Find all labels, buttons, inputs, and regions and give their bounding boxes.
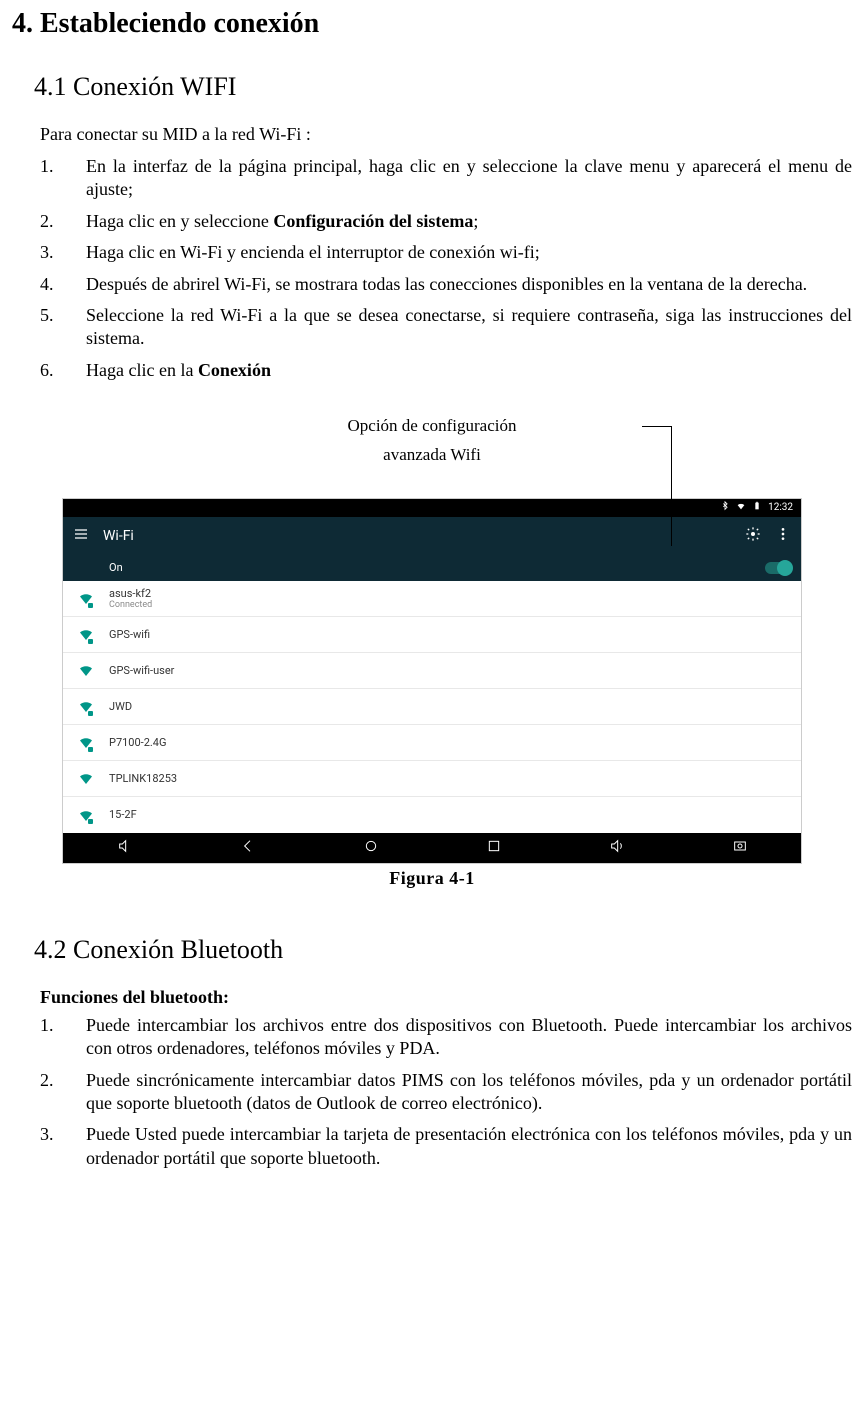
back-icon[interactable] [240, 838, 256, 857]
section-4-title: 4. Estableciendo conexión [12, 8, 852, 40]
network-name: GPS-wifi [109, 628, 150, 641]
callout-line2: avanzada Wifi [12, 441, 852, 470]
network-item[interactable]: GPS-wifi [63, 617, 801, 653]
network-item[interactable]: asus-kf2 Connected [63, 581, 801, 617]
list-number: 6. [40, 359, 86, 382]
network-name: P7100-2.4G [109, 736, 166, 749]
wifi-on-row: On [63, 555, 801, 581]
section-4-1-title: 4.1 Conexión WIFI [34, 72, 852, 102]
list-number: 3. [40, 1123, 86, 1170]
hamburger-icon[interactable] [73, 526, 89, 545]
network-item[interactable]: P7100-2.4G [63, 725, 801, 761]
network-name: JWD [109, 700, 132, 713]
appbar-title: Wi-Fi [103, 528, 134, 544]
wifi-status-icon [736, 501, 746, 514]
screenshot-icon[interactable] [732, 838, 748, 857]
callout-line1: Opción de configuración [12, 412, 852, 441]
home-icon[interactable] [363, 838, 379, 857]
wifi-icon [77, 625, 95, 643]
wifi-icon [77, 733, 95, 751]
wifi-icon [77, 769, 95, 787]
list-number: 5. [40, 304, 86, 351]
list-text: Puede sincrónicamente intercambiar datos… [86, 1069, 852, 1116]
list-item: 3. Puede Usted puede intercambiar la tar… [40, 1123, 852, 1170]
list-text: Seleccione la red Wi-Fi a la que se dese… [86, 304, 852, 351]
volume-up-icon[interactable] [609, 838, 625, 857]
bluetooth-icon [720, 501, 730, 514]
status-time: 12:32 [768, 502, 793, 513]
list-item: 2. Haga clic en y seleccione Configuraci… [40, 210, 852, 233]
wifi-icon [77, 589, 95, 607]
recent-icon[interactable] [486, 838, 502, 857]
network-status: Connected [109, 600, 152, 610]
wifi-intro: Para conectar su MID a la red Wi-Fi : [40, 124, 852, 145]
network-name: GPS-wifi-user [109, 664, 174, 677]
bluetooth-subheading: Funciones del bluetooth: [40, 987, 852, 1008]
figure-caption: Figura 4-1 [12, 868, 852, 889]
status-bar: 12:32 [63, 499, 801, 517]
list-number: 3. [40, 241, 86, 264]
list-text: Puede intercambiar los archivos entre do… [86, 1014, 852, 1061]
list-text: Después de abrirel Wi-Fi, se mostrara to… [86, 273, 852, 296]
wifi-icon [77, 697, 95, 715]
list-number: 1. [40, 155, 86, 202]
network-item[interactable]: JWD [63, 689, 801, 725]
network-list: asus-kf2 Connected GPS-wifi GPS-wifi-use… [63, 581, 801, 833]
network-name: asus-kf2 [109, 587, 151, 600]
on-label: On [109, 561, 123, 574]
bluetooth-functions-list: 1. Puede intercambiar los archivos entre… [40, 1014, 852, 1170]
callout-leader-line [642, 426, 672, 546]
list-item: 5. Seleccione la red Wi-Fi a la que se d… [40, 304, 852, 351]
list-number: 4. [40, 273, 86, 296]
network-item[interactable]: TPLINK18253 [63, 761, 801, 797]
nav-bar [63, 833, 801, 863]
wifi-toggle[interactable] [765, 562, 791, 574]
volume-down-icon[interactable] [117, 838, 133, 857]
network-item[interactable]: 15-2F [63, 797, 801, 833]
gear-icon[interactable] [745, 526, 761, 545]
list-item: 6. Haga clic en la Conexión [40, 359, 852, 382]
list-text: En la interfaz de la página principal, h… [86, 155, 852, 202]
wifi-icon [77, 806, 95, 824]
list-item: 2. Puede sincrónicamente intercambiar da… [40, 1069, 852, 1116]
list-number: 2. [40, 1069, 86, 1116]
list-item: 4. Después de abrirel Wi-Fi, se mostrara… [40, 273, 852, 296]
network-name: 15-2F [109, 808, 137, 821]
battery-icon [752, 501, 762, 514]
list-text: Puede Usted puede intercambiar la tarjet… [86, 1123, 852, 1170]
list-text: Haga clic en Wi-Fi y encienda el interru… [86, 241, 852, 264]
list-item: 1. En la interfaz de la página principal… [40, 155, 852, 202]
list-text: Haga clic en y seleccione Configuración … [86, 210, 852, 233]
wifi-icon [77, 661, 95, 679]
app-bar: Wi-Fi [63, 517, 801, 555]
list-item: 3. Haga clic en Wi-Fi y encienda el inte… [40, 241, 852, 264]
list-item: 1. Puede intercambiar los archivos entre… [40, 1014, 852, 1061]
section-4-2-title: 4.2 Conexión Bluetooth [34, 935, 852, 965]
list-number: 1. [40, 1014, 86, 1061]
overflow-icon[interactable] [775, 526, 791, 545]
list-text: Haga clic en la Conexión [86, 359, 852, 382]
network-name: TPLINK18253 [109, 772, 177, 785]
android-wifi-settings-screenshot: 12:32 Wi-Fi On asus-kf2 Connected GPS-wi… [62, 498, 802, 864]
callout: Opción de configuración avanzada Wifi [12, 412, 852, 470]
wifi-steps-list: 1. En la interfaz de la página principal… [40, 155, 852, 382]
network-item[interactable]: GPS-wifi-user [63, 653, 801, 689]
list-number: 2. [40, 210, 86, 233]
